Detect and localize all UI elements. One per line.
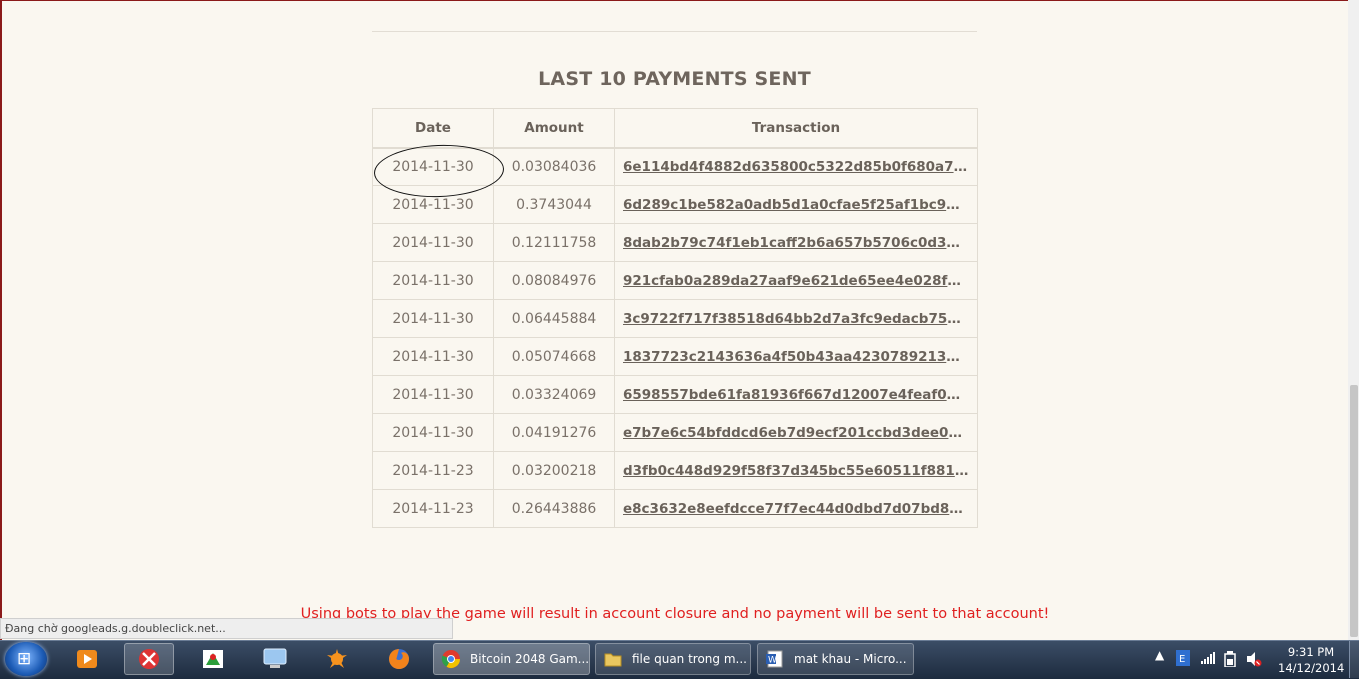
presentation-app-icon[interactable]	[188, 643, 238, 675]
table-row: 2014-11-30 0.12111758 8dab2b79c74f1eb1ca…	[372, 223, 978, 262]
svg-text:E: E	[1179, 654, 1185, 665]
date-cell: 2014-11-23	[372, 451, 494, 490]
scrollbar-thumb[interactable]	[1350, 385, 1358, 637]
taskbar-clock[interactable]: 9:31 PM 14/12/2014	[1278, 644, 1344, 676]
amount-cell: 0.04191276	[493, 413, 615, 452]
transaction-cell: 921cfab0a289da27aaf9e621de65ee4e028f90..…	[614, 261, 978, 300]
table-row: 2014-11-23 0.26443886 e8c3632e8eefdcce77…	[372, 489, 978, 528]
transaction-link[interactable]: 1837723c2143636a4f50b43aa423078921388...	[623, 349, 969, 365]
transaction-cell: d3fb0c448d929f58f37d345bc55e60511f8816..…	[614, 451, 978, 490]
date-cell: 2014-11-30	[372, 223, 494, 262]
date-cell: 2014-11-30	[372, 261, 494, 300]
transaction-link[interactable]: 6d289c1be582a0adb5d1a0cfae5f25af1bc958d.…	[623, 197, 969, 213]
taskbar-task-label: mat khau - Micro...	[794, 652, 907, 666]
table-row: 2014-11-30 0.04191276 e7b7e6c54bfddcd6eb…	[372, 413, 978, 452]
table-header-row: Date Amount Transaction	[372, 108, 978, 149]
transaction-link[interactable]: 8dab2b79c74f1eb1caff2b6a657b5706c0d33b..…	[623, 235, 969, 251]
transaction-link[interactable]: 6598557bde61fa81936f667d12007e4feaf095..…	[623, 387, 969, 403]
section-title: LAST 10 PAYMENTS SENT	[538, 68, 811, 90]
amount-column-header: Amount	[493, 108, 615, 149]
date-column-header: Date	[372, 108, 494, 149]
amount-cell: 0.05074668	[493, 337, 615, 376]
table-row: 2014-11-30 0.03324069 6598557bde61fa8193…	[372, 375, 978, 414]
taskbar-task-chrome[interactable]: Bitcoin 2048 Gam...	[433, 643, 590, 675]
amount-cell: 0.3743044	[493, 185, 615, 224]
media-player-icon[interactable]	[62, 643, 112, 675]
date-cell: 2014-11-30	[372, 375, 494, 414]
taskbar-task-word[interactable]: W mat khau - Micro...	[757, 643, 914, 675]
browser-status-bar: Đang chờ googleads.g.doubleclick.net...	[0, 618, 453, 639]
amount-cell: 0.03084036	[493, 147, 615, 186]
amount-cell: 0.06445884	[493, 299, 615, 338]
transaction-cell: 6e114bd4f4882d635800c5322d85b0f680a7e...	[614, 147, 978, 186]
start-button[interactable]: ⊞	[5, 642, 47, 676]
taskbar-task-label: file quan trong m...	[632, 652, 747, 666]
amount-cell: 0.12111758	[493, 223, 615, 262]
clock-time: 9:31 PM	[1287, 645, 1335, 659]
amount-cell: 0.26443886	[493, 489, 615, 528]
transaction-cell: 1837723c2143636a4f50b43aa423078921388...	[614, 337, 978, 376]
avast-icon[interactable]	[312, 643, 362, 675]
show-hidden-icons-arrow-icon[interactable]: ▲	[1155, 648, 1164, 662]
transaction-link[interactable]: d3fb0c448d929f58f37d345bc55e60511f8816..…	[623, 463, 969, 479]
table-row: 2014-11-30 0.06445884 3c9722f717f38518d6…	[372, 299, 978, 338]
transaction-link[interactable]: 3c9722f717f38518d64bb2d7a3fc9edacb7555..…	[623, 311, 969, 327]
transaction-link[interactable]: 921cfab0a289da27aaf9e621de65ee4e028f90..…	[623, 273, 969, 289]
date-cell: 2014-11-30	[372, 413, 494, 452]
remote-desktop-icon[interactable]	[250, 643, 300, 675]
chrome-icon	[440, 648, 462, 670]
date-cell: 2014-11-30	[372, 337, 494, 376]
word-icon: W	[764, 648, 786, 670]
transaction-cell: e7b7e6c54bfddcd6eb7d9ecf201ccbd3dee05c..…	[614, 413, 978, 452]
windows-logo-icon: ⊞	[17, 649, 32, 669]
show-desktop-button[interactable]	[1349, 641, 1359, 678]
signal-strength-icon[interactable]	[1201, 652, 1215, 667]
transaction-cell: e8c3632e8eefdcce77f7ec44d0dbd7d07bd8e4..…	[614, 489, 978, 528]
folder-icon	[602, 648, 624, 670]
transaction-cell: 6598557bde61fa81936f667d12007e4feaf095..…	[614, 375, 978, 414]
power-icon[interactable]	[1224, 651, 1236, 670]
taskbar-task-folder[interactable]: file quan trong m...	[595, 643, 751, 675]
transaction-column-header: Transaction	[614, 108, 978, 149]
svg-text:W: W	[768, 656, 777, 666]
amount-cell: 0.03200218	[493, 451, 615, 490]
table-row: 2014-11-30 0.03084036 6e114bd4f4882d6358…	[372, 147, 978, 186]
taskbar-task-label: Bitcoin 2048 Gam...	[470, 652, 590, 666]
volume-muted-icon[interactable]	[1246, 651, 1262, 670]
tray-app-icon[interactable]: E	[1176, 650, 1190, 669]
amount-cell: 0.08084976	[493, 261, 615, 300]
transaction-link[interactable]: e7b7e6c54bfddcd6eb7d9ecf201ccbd3dee05c..…	[623, 425, 969, 441]
date-cell: 2014-11-30	[372, 299, 494, 338]
transaction-cell: 3c9722f717f38518d64bb2d7a3fc9edacb7555..…	[614, 299, 978, 338]
transaction-cell: 6d289c1be582a0adb5d1a0cfae5f25af1bc958d.…	[614, 185, 978, 224]
transaction-cell: 8dab2b79c74f1eb1caff2b6a657b5706c0d33b..…	[614, 223, 978, 262]
date-cell: 2014-11-30	[372, 147, 494, 186]
amount-cell: 0.03324069	[493, 375, 615, 414]
table-row: 2014-11-30 0.05074668 1837723c2143636a4f…	[372, 337, 978, 376]
payments-table: Date Amount Transaction 2014-11-30 0.030…	[372, 108, 978, 528]
date-cell: 2014-11-23	[372, 489, 494, 528]
firefox-icon[interactable]	[374, 643, 424, 675]
table-row: 2014-11-30 0.3743044 6d289c1be582a0adb5d…	[372, 185, 978, 224]
section-divider	[372, 31, 977, 32]
transaction-link[interactable]: e8c3632e8eefdcce77f7ec44d0dbd7d07bd8e4..…	[623, 501, 969, 517]
table-row: 2014-11-23 0.03200218 d3fb0c448d929f58f3…	[372, 451, 978, 490]
transaction-link[interactable]: 6e114bd4f4882d635800c5322d85b0f680a7e...	[623, 159, 969, 175]
table-row: 2014-11-30 0.08084976 921cfab0a289da27aa…	[372, 261, 978, 300]
date-cell: 2014-11-30	[372, 185, 494, 224]
snipping-tool-icon[interactable]	[124, 643, 174, 675]
clock-date: 14/12/2014	[1278, 661, 1345, 675]
